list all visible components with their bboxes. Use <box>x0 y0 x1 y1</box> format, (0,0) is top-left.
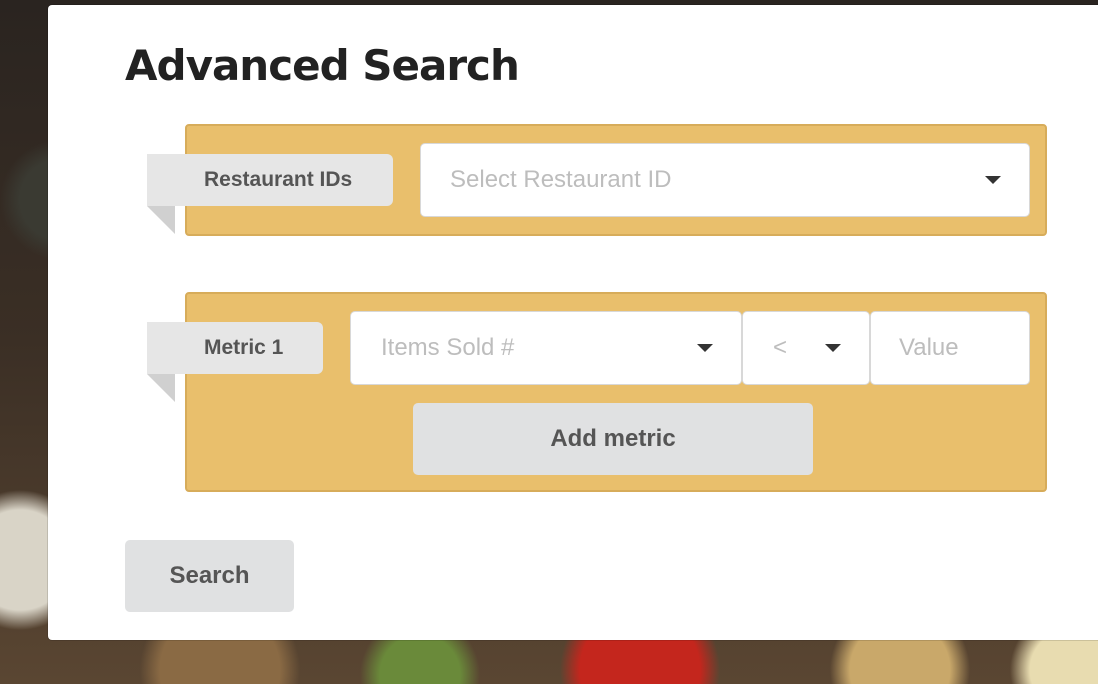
restaurant-id-dropdown[interactable]: Select Restaurant ID <box>420 143 1030 217</box>
operator-value: < <box>773 334 788 361</box>
metric-dropdown[interactable]: Items Sold # <box>350 311 742 385</box>
restaurant-filter-segment: Restaurant IDs Select Restaurant ID <box>147 124 1047 236</box>
metric-1-label: Metric 1 <box>147 322 323 402</box>
dropdown-caret-icon <box>825 344 841 352</box>
metric-placeholder: Items Sold # <box>381 334 515 361</box>
dropdown-caret-icon <box>985 176 1001 184</box>
restaurant-ids-label: Restaurant IDs <box>147 154 393 234</box>
search-button[interactable]: Search <box>125 540 294 612</box>
metric-value-input[interactable] <box>870 311 1030 385</box>
add-metric-button[interactable]: Add metric <box>413 403 813 475</box>
advanced-search-modal: Advanced Search Restaurant IDs Select Re… <box>48 5 1098 640</box>
metric-filter-segment: Metric 1 Items Sold # < Add metric <box>147 292 1047 492</box>
dropdown-caret-icon <box>697 344 713 352</box>
operator-dropdown[interactable]: < <box>742 311 870 385</box>
modal-title: Advanced Search <box>125 41 520 90</box>
restaurant-id-placeholder: Select Restaurant ID <box>450 166 672 193</box>
